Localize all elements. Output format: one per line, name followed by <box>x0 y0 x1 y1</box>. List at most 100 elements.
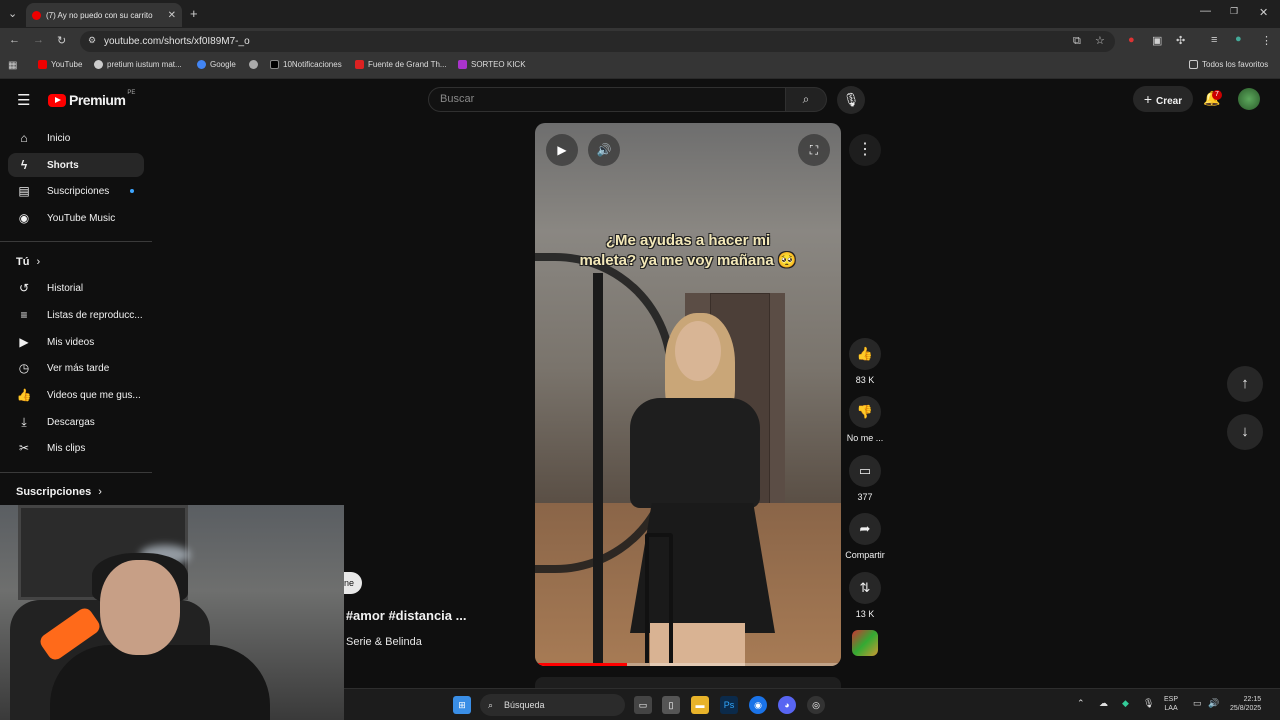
forward-icon[interactable]: → <box>33 34 44 46</box>
folder-icon <box>1189 60 1198 69</box>
apps-grid-icon[interactable]: ▦ <box>8 60 17 71</box>
sidebar-item-shorts[interactable]: ϟ Shorts <box>8 153 144 177</box>
sidebar-item-listas[interactable]: ≡ Listas de reproducc... <box>8 303 144 327</box>
minimize-icon[interactable]: — <box>1200 5 1211 17</box>
sidebar-item-descargas[interactable]: ⤓ Descargas <box>8 410 144 434</box>
remix-icon[interactable]: ⇅ <box>849 572 881 604</box>
onedrive-icon[interactable]: ☁ <box>1099 698 1108 709</box>
reading-list-icon[interactable]: ≡ <box>1211 34 1217 46</box>
extension-red-icon[interactable]: ● <box>1128 34 1135 46</box>
channel-name[interactable]: Serie & Belinda <box>346 636 422 648</box>
like-action[interactable]: 👍 83 K <box>843 338 887 385</box>
sidebar-item-inicio[interactable]: ⌂ Inicio <box>8 126 144 150</box>
taskbar-search[interactable]: ⌕ Búsqueda <box>480 694 625 716</box>
new-tab-button[interactable]: + <box>190 6 198 21</box>
volume-button[interactable]: 🔊 <box>588 134 620 166</box>
tray-app-icon[interactable]: ◆ <box>1122 698 1129 709</box>
remix-action[interactable]: ⇅ 13 K <box>843 572 887 619</box>
bookmark-globe[interactable] <box>249 60 262 69</box>
webcam-frame <box>100 560 180 655</box>
network-icon[interactable]: ▭ <box>1193 698 1202 709</box>
sidebar-item-mis-clips[interactable]: ✂ Mis clips <box>8 436 144 460</box>
reload-icon[interactable]: ↻ <box>57 34 66 47</box>
search-input[interactable]: Buscar <box>428 87 786 112</box>
language-indicator[interactable]: ESP LAA <box>1164 695 1178 713</box>
youtube-logo[interactable]: Premium PE <box>48 90 135 108</box>
bookmark-pretium[interactable]: pretium iustum mat... <box>94 60 182 69</box>
tray-overflow-icon[interactable]: ⌃ <box>1077 698 1085 709</box>
play-button[interactable]: ▶ <box>546 134 578 166</box>
sidebar-item-label: Mis videos <box>47 336 95 348</box>
comment-icon[interactable]: ▭ <box>849 455 881 487</box>
account-avatar[interactable] <box>1238 88 1260 110</box>
more-options-button[interactable]: ⋮ <box>849 134 881 166</box>
app-icon[interactable]: ▯ <box>662 696 680 714</box>
extension-icon[interactable]: ▣ <box>1152 34 1162 47</box>
tab-search-icon[interactable]: ⌄ <box>8 7 17 20</box>
share-icon[interactable]: ➦ <box>849 513 881 545</box>
next-short-button[interactable]: ↓ <box>1227 414 1263 450</box>
windows-start-icon[interactable]: ⊞ <box>453 696 471 714</box>
bookmark-youtube[interactable]: YouTube <box>38 60 82 69</box>
create-button[interactable]: + Crear <box>1133 86 1193 112</box>
sound-thumbnail[interactable] <box>852 630 878 656</box>
thumbs-up-icon[interactable]: 👍 <box>849 338 881 370</box>
task-view-icon[interactable]: ▭ <box>634 696 652 714</box>
volume-icon[interactable]: 🔊 <box>1208 698 1219 709</box>
logo-text: Premium <box>69 92 126 108</box>
share-action[interactable]: ➦ Compartir <box>843 513 887 560</box>
sidebar-subscriptions-heading[interactable]: Suscripciones › <box>16 486 102 498</box>
sidebar-item-mis-videos[interactable]: ▶ Mis videos <box>8 330 144 354</box>
fullscreen-button[interactable]: ⛶ <box>798 134 830 166</box>
sidebar-item-suscripciones[interactable]: ▤ Suscripciones <box>8 179 144 203</box>
bookmark-label: YouTube <box>51 60 83 69</box>
sidebar-item-label: Inicio <box>47 132 71 144</box>
back-icon[interactable]: ← <box>9 34 20 46</box>
sidebar-item-historial[interactable]: ↺ Historial <box>8 276 144 300</box>
hamburger-menu-icon[interactable]: ☰ <box>17 91 30 109</box>
video-frame <box>630 398 760 508</box>
browser-tab[interactable]: (7) Ay no puedo con su carrito ✕ <box>26 3 182 27</box>
photoshop-icon[interactable]: Ps <box>720 696 738 714</box>
short-video-player[interactable]: ¿Me ayudas a hacer mi maleta? ya me voy … <box>535 123 841 666</box>
restore-icon[interactable]: ❐ <box>1230 6 1238 17</box>
extensions-puzzle-icon[interactable]: ✣ <box>1176 34 1185 47</box>
kick-icon <box>458 60 467 69</box>
sidebar-item-youtube-music[interactable]: ◉ YouTube Music <box>8 206 144 230</box>
all-bookmarks[interactable]: Todos los favoritos <box>1189 60 1268 69</box>
bookmark-fuente[interactable]: Fuente de Grand Th... <box>355 60 447 69</box>
voice-search-button[interactable]: 🎙 <box>837 86 865 114</box>
video-progress-bar[interactable] <box>535 663 841 666</box>
sidebar-divider <box>0 241 152 242</box>
sidebar-item-ver-mas-tarde[interactable]: ◷ Ver más tarde <box>8 356 144 380</box>
search-button[interactable]: ⌕ <box>786 87 827 112</box>
bookmark-x[interactable]: 10Notificaciones <box>270 60 342 69</box>
profile-avatar-icon[interactable]: ● <box>1235 33 1242 45</box>
dislike-label: No me ... <box>846 433 884 443</box>
more-vertical-icon: ⋮ <box>857 141 873 158</box>
short-title-row[interactable]: 🥺 #amor #distancia ... <box>326 608 466 624</box>
file-explorer-icon[interactable]: ▬ <box>691 696 709 714</box>
bookmark-star-icon[interactable]: ☆ <box>1095 34 1105 47</box>
youtube-play-logo-icon <box>48 93 66 107</box>
tray-mic-icon[interactable]: 🎙 <box>1143 698 1154 709</box>
chrome-icon[interactable]: ◉ <box>749 696 767 714</box>
app-icon[interactable]: ◎ <box>807 696 825 714</box>
sidebar-you-heading[interactable]: Tú › <box>16 256 40 268</box>
bookmark-google[interactable]: Google <box>197 60 236 69</box>
window-close-icon[interactable]: ✕ <box>1259 6 1268 19</box>
discord-icon[interactable]: ◕ <box>778 696 796 714</box>
previous-short-button[interactable]: ↑ <box>1227 366 1263 402</box>
dislike-action[interactable]: 👎 No me ... <box>843 396 887 443</box>
clock[interactable]: 22:15 25/8/2025 <box>1230 695 1261 713</box>
create-label: Crear <box>1155 96 1183 107</box>
tab-close-icon[interactable]: ✕ <box>168 10 176 21</box>
thumbs-down-icon[interactable]: 👎 <box>849 396 881 428</box>
install-icon[interactable]: ⧉ <box>1073 35 1081 48</box>
site-info-icon[interactable]: ⚙ <box>88 35 96 46</box>
comments-action[interactable]: ▭ 377 <box>843 455 887 502</box>
bookmark-sorteo[interactable]: SORTEO KICK <box>458 60 526 69</box>
sidebar-item-videos-gustan[interactable]: 👍 Videos que me gus... <box>8 383 144 407</box>
browser-menu-icon[interactable]: ⋮ <box>1261 34 1272 47</box>
address-field[interactable]: ⚙ youtube.com/shorts/xf0I89M7-_o <box>80 31 1115 52</box>
